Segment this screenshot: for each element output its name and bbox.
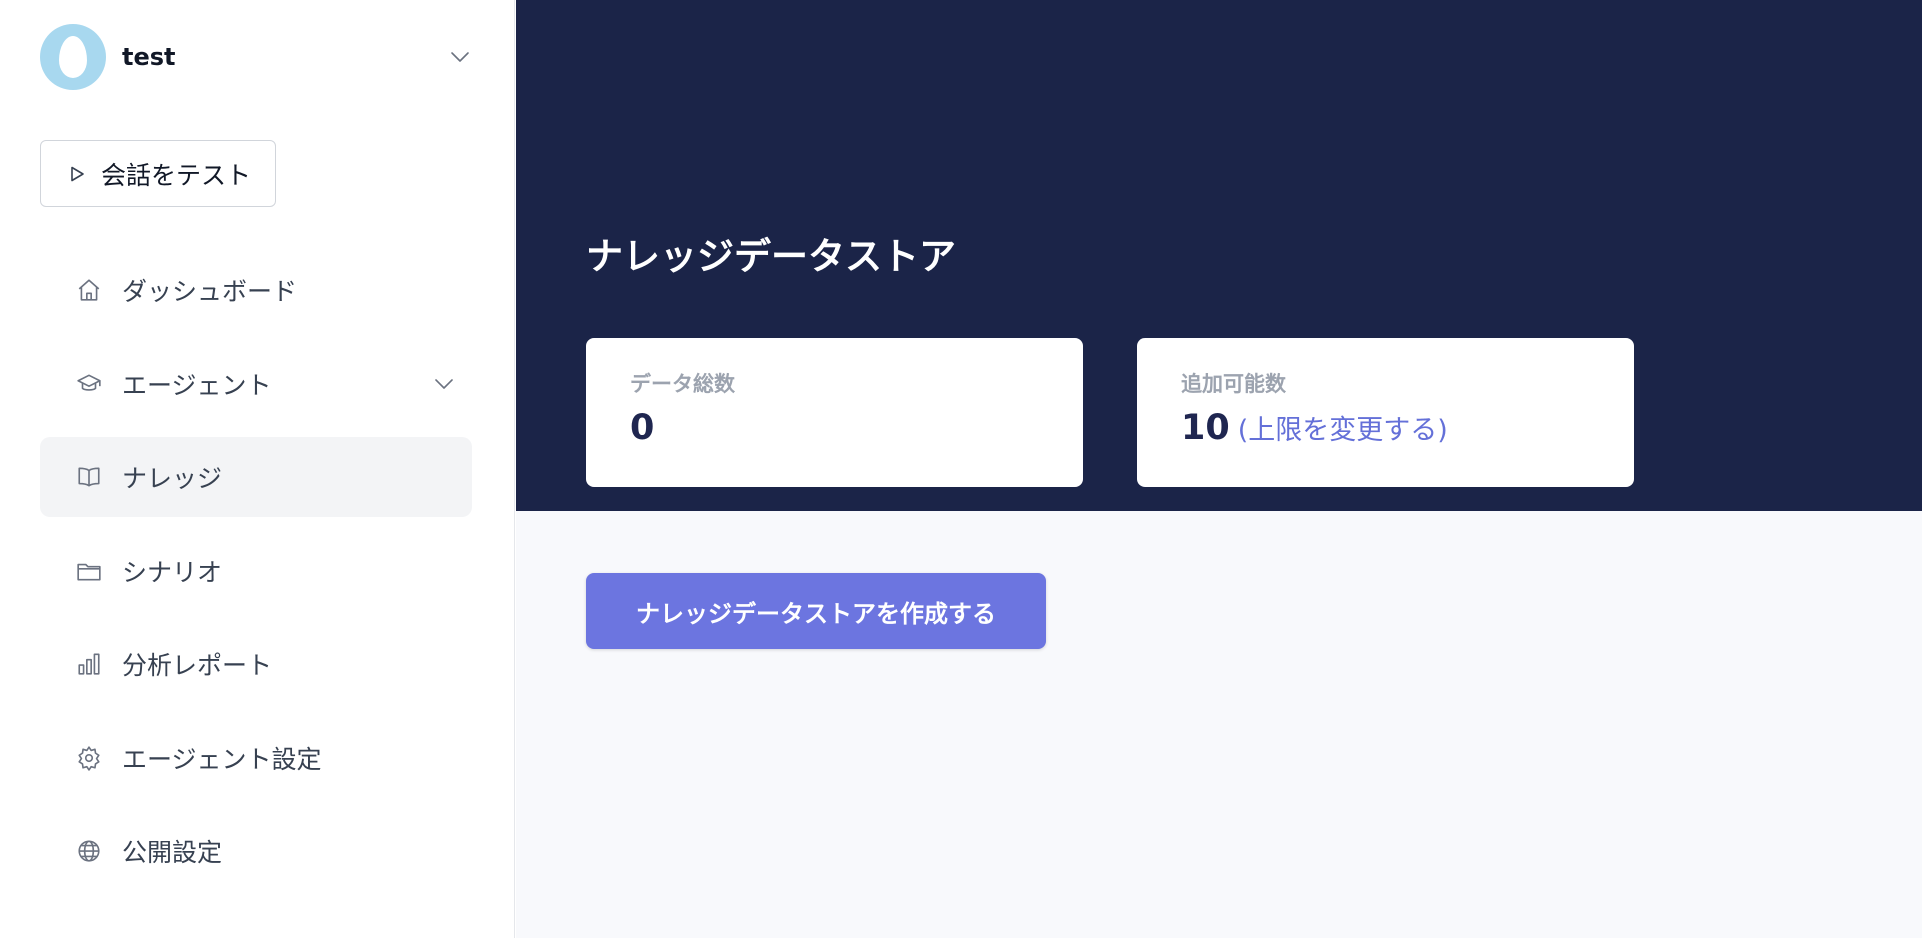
app-root: test 会話をテスト ダッシュボード エージェント ナレッジ シナリオ 分析レ… (0, 0, 1922, 938)
sidebar-nav: ダッシュボード エージェント ナレッジ シナリオ 分析レポート エージェント設定… (40, 250, 472, 905)
test-conversation-label: 会話をテスト (101, 160, 252, 190)
sidebar-item-dashboard[interactable]: ダッシュボード (40, 250, 472, 330)
workspace-logo (40, 24, 106, 90)
change-limit-link[interactable]: (上限を変更する) (1238, 408, 1448, 447)
sidebar-item-scenario[interactable]: シナリオ (40, 531, 472, 611)
main-content: ナレッジデータストア データ総数 0 追加可能数 10 (上限を変更する) ナレ… (516, 0, 1922, 938)
sidebar: test 会話をテスト ダッシュボード エージェント ナレッジ シナリオ 分析レ… (0, 0, 515, 938)
sidebar-item-label: エージェント (122, 370, 272, 400)
workspace-switcher[interactable]: test (40, 24, 472, 90)
create-datastore-button[interactable]: ナレッジデータストアを作成する (586, 573, 1046, 649)
stat-label: 追加可能数 (1181, 372, 1286, 396)
chevron-down-icon[interactable] (432, 372, 456, 396)
gear-icon (76, 745, 102, 771)
sidebar-item-knowledge[interactable]: ナレッジ (40, 437, 472, 517)
sidebar-item-publish-settings[interactable]: 公開設定 (40, 811, 472, 891)
chevron-down-icon (448, 45, 472, 69)
sidebar-item-agents[interactable]: エージェント (40, 344, 472, 424)
sidebar-item-analytics[interactable]: 分析レポート (40, 624, 472, 704)
play-icon (67, 164, 87, 184)
sidebar-item-label: 公開設定 (122, 838, 223, 867)
workspace-name: test (122, 43, 176, 71)
sidebar-item-label: 分析レポート (122, 651, 273, 680)
book-open-icon (76, 464, 102, 490)
globe-icon (76, 838, 102, 864)
stat-card-total: データ総数 0 (586, 338, 1083, 487)
stat-card-available: 追加可能数 10 (上限を変更する) (1137, 338, 1634, 487)
sidebar-item-label: ダッシュボード (122, 277, 298, 306)
bar-chart-icon (76, 651, 102, 677)
sidebar-item-agent-settings[interactable]: エージェント設定 (40, 718, 472, 798)
stat-label: データ総数 (630, 372, 735, 396)
sidebar-item-label: ナレッジ (122, 464, 223, 493)
stat-value: 0 (630, 408, 655, 448)
folder-icon (76, 558, 102, 584)
test-conversation-button[interactable]: 会話をテスト (40, 140, 276, 207)
page-title: ナレッジデータストア (586, 235, 956, 278)
sidebar-item-label: エージェント設定 (122, 744, 322, 774)
hero-header: ナレッジデータストア データ総数 0 追加可能数 10 (上限を変更する) (516, 0, 1922, 511)
stat-value: 10 (1181, 408, 1230, 448)
graduation-cap-icon (76, 371, 102, 397)
home-icon (76, 277, 102, 303)
sidebar-item-label: シナリオ (122, 557, 223, 587)
